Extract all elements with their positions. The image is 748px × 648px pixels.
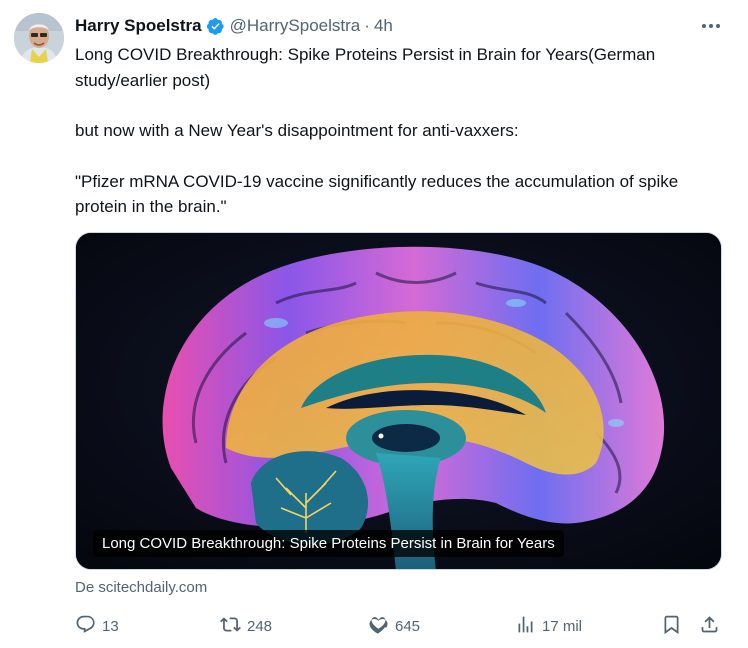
more-options-icon[interactable] (698, 14, 724, 38)
separator-dot: · (364, 16, 370, 35)
bookmark-icon (661, 614, 682, 639)
share-icon (699, 614, 720, 639)
tweet-text: Long COVID Breakthrough: Spike Proteins … (75, 42, 715, 220)
repost-icon (220, 614, 241, 639)
reply-count: 13 (102, 617, 119, 635)
tweet-paragraph: "Pfizer mRNA COVID-19 vaccine significan… (75, 171, 683, 217)
card-source-link[interactable]: De scitechdaily.com (75, 579, 207, 596)
tweet: Harry Spoelstra @HarrySpoelstra · 4h Lon… (0, 0, 748, 648)
card-title: Long COVID Breakthrough: Spike Proteins … (93, 530, 564, 557)
reply-button[interactable]: 13 (75, 612, 119, 640)
author-handle[interactable]: @HarrySpoelstra (230, 16, 361, 36)
card-source: De scitechdaily.com (75, 579, 207, 596)
tweet-paragraph: but now with a New Year's disappointment… (75, 121, 519, 140)
bookmark-button[interactable] (661, 612, 682, 640)
tweet-header: Harry Spoelstra @HarrySpoelstra · 4h (75, 14, 393, 38)
verified-badge-icon (206, 17, 225, 36)
views-button[interactable]: 17 mil (515, 612, 582, 640)
link-card[interactable]: Long COVID Breakthrough: Spike Proteins … (75, 232, 722, 570)
repost-button[interactable]: 248 (220, 612, 272, 640)
views-icon (515, 614, 536, 639)
tweet-actions: 13 248 645 17 mil (0, 612, 748, 640)
like-icon (368, 614, 389, 639)
timestamp[interactable]: 4h (374, 16, 393, 36)
like-button[interactable]: 645 (368, 612, 420, 640)
reply-icon (75, 614, 96, 639)
brain-image (76, 233, 721, 569)
like-count: 645 (395, 617, 421, 635)
author-name[interactable]: Harry Spoelstra (75, 16, 202, 36)
repost-count: 248 (247, 617, 273, 635)
avatar[interactable] (14, 13, 64, 63)
tweet-paragraph: Long COVID Breakthrough: Spike Proteins … (75, 45, 660, 90)
views-count: 17 mil (542, 617, 583, 635)
share-button[interactable] (699, 612, 720, 640)
